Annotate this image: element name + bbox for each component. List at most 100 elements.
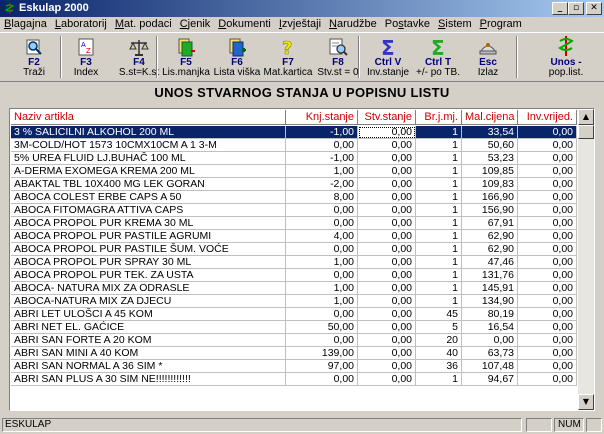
table-row[interactable]: ABRI SAN FORTE A 20 KOM 0,00 0,00 20 0,00 0,0…	[11, 334, 577, 347]
table-row[interactable]: ABRI SAN MINI A 40 KOM 139,00 0,00 40 63,73 0…	[11, 347, 577, 360]
actual-stock-cell[interactable]: 0,00	[358, 243, 416, 256]
toolbar-button-esc[interactable]: Esc Izlaz	[464, 35, 512, 79]
toolbar-button-f5[interactable]: F5 Lis.manjka	[162, 35, 210, 79]
table-cell: -2,00	[286, 178, 358, 191]
table-row[interactable]: ABRI NET EL. GAĆICE 50,00 0,00 5 16,54 0,00	[11, 321, 577, 334]
table-cell: ABRI NET EL. GAĆICE	[11, 321, 286, 334]
table-cell: 0,00	[518, 191, 577, 204]
toolbar-button-f7[interactable]: ? F7 Mat.kartica	[262, 35, 314, 79]
menu-0[interactable]: Blagajna	[0, 17, 51, 32]
actual-stock-cell[interactable]: 0,00	[358, 282, 416, 295]
actual-stock-cell[interactable]: 0,00	[358, 373, 416, 386]
table-cell: 109,85	[462, 165, 518, 178]
table-cell: 0,00	[518, 139, 577, 152]
table-row[interactable]: 3M-COLD/HOT 1573 10CMX10CM A 1 3-M 0,00 0,…	[11, 139, 577, 152]
menu-1[interactable]: Laboratorij	[51, 17, 111, 32]
table-row[interactable]: ABRI LET ULOŠCI A 45 KOM 0,00 0,00 45 80,19 0…	[11, 308, 577, 321]
menu-7[interactable]: Postavke	[381, 17, 434, 32]
table-cell: 1,00	[286, 295, 358, 308]
actual-stock-cell[interactable]: 0,00	[358, 295, 416, 308]
table-cell: 0,00	[518, 178, 577, 191]
table-row[interactable]: ABOCA PROPOL PUR PASTILE AGRUMI 4,00 0,00 1…	[11, 230, 577, 243]
scroll-thumb[interactable]	[578, 125, 594, 139]
column-header[interactable]: Naziv artikla	[11, 110, 286, 125]
menu-9[interactable]: Program	[476, 17, 526, 32]
actual-stock-cell[interactable]: 0,00	[358, 204, 416, 217]
search-icon	[16, 35, 52, 57]
column-header[interactable]: Br.j.mj.	[416, 110, 462, 125]
table-row[interactable]: ABRI SAN PLUS A 30 SIM NE!!!!!!!!!!!! 0,0…	[11, 373, 577, 386]
menu-4[interactable]: Dokumenti	[214, 17, 275, 32]
table-row[interactable]: ABOCA PROPOL PUR KREMA 30 ML 0,00 0,00 1 67,…	[11, 217, 577, 230]
table-row[interactable]: ABAKTAL TBL 10X400 MG LEK GORAN -2,00 0,00…	[11, 178, 577, 191]
actual-stock-cell[interactable]: 0,00	[358, 217, 416, 230]
menu-3[interactable]: Cjenik	[176, 17, 215, 32]
toolbar-button-f3[interactable]: A Z F3 Index	[66, 35, 106, 79]
table-row[interactable]: ABOCA FITOMAGRA ATTIVA CAPS 0,00 0,00 1 156,…	[11, 204, 577, 217]
table-row[interactable]: ABOCA COLEST ERBE CAPS A 50 8,00 0,00 1 166,…	[11, 191, 577, 204]
table-cell: 45	[416, 308, 462, 321]
list-plus-icon	[212, 35, 262, 57]
vertical-scrollbar[interactable]: ▲ ▼	[578, 109, 594, 410]
toolbar-label: Lis.manjka	[162, 67, 210, 78]
menu-8[interactable]: Sistem	[434, 17, 476, 32]
restore-button[interactable]: ▫	[568, 2, 584, 15]
table-row[interactable]: ABOCA PROPOL PUR TEK. ZA USTA 0,00 0,00 1 13…	[11, 269, 577, 282]
actual-stock-cell[interactable]: 0,00	[358, 126, 416, 139]
actual-stock-cell[interactable]: 0,00	[358, 152, 416, 165]
scroll-down-button[interactable]: ▼	[578, 394, 594, 410]
table-cell: 0,00	[286, 204, 358, 217]
table-cell: 0,00	[518, 308, 577, 321]
menu-5[interactable]: Izvještaji	[275, 17, 325, 32]
table-row[interactable]: ABOCA- NATURA MIX ZA ODRASLE 1,00 0,00 1 145…	[11, 282, 577, 295]
table-cell: 145,91	[462, 282, 518, 295]
column-header[interactable]: Stv.stanje	[358, 110, 416, 125]
table-cell: 63,73	[462, 347, 518, 360]
table-cell: 0,00	[286, 373, 358, 386]
actual-stock-cell[interactable]: 0,00	[358, 165, 416, 178]
table-row[interactable]: ABOCA-NATURA MIX ZA DJECU 1,00 0,00 1 134,90…	[11, 295, 577, 308]
table-row[interactable]: ABRI SAN NORMAL A 36 SIM * 97,00 0,00 36 107…	[11, 360, 577, 373]
scroll-up-button[interactable]: ▲	[578, 109, 594, 125]
actual-stock-cell[interactable]: 0,00	[358, 191, 416, 204]
table-cell: 1	[416, 217, 462, 230]
status-panel-end	[586, 418, 602, 432]
minimize-button[interactable]: _	[552, 2, 568, 15]
table-row[interactable]: ABOCA PROPOL PUR SPRAY 30 ML 1,00 0,00 1 47,…	[11, 256, 577, 269]
inventory-grid: Naziv artikla Knj.stanje Stv.stanje Br.j.mj…	[9, 108, 595, 411]
column-header[interactable]: Inv.vrijed.	[518, 110, 577, 125]
actual-stock-cell[interactable]: 0,00	[358, 178, 416, 191]
toolbar-button-ctrl-t[interactable]: Σ Ctrl T +/- po TB.	[412, 35, 464, 79]
actual-stock-cell[interactable]: 0,00	[358, 256, 416, 269]
table-cell: 36	[416, 360, 462, 373]
close-button[interactable]: ✕	[586, 2, 602, 15]
actual-stock-cell[interactable]: 0,00	[358, 308, 416, 321]
toolbar-button-unos[interactable]: Unos - pop.list.	[541, 35, 591, 79]
toolbar-button-f8[interactable]: F8 Stv.st = 0	[313, 35, 363, 79]
table-cell: 1	[416, 152, 462, 165]
table-row[interactable]: 5% UREA FLUID LJ.BUHAČ 100 ML -1,00 0,00 1 5…	[11, 152, 577, 165]
actual-stock-cell[interactable]: 0,00	[358, 334, 416, 347]
toolbar-button-ctrl-v[interactable]: Σ Ctrl V Inv.stanje	[364, 35, 412, 79]
actual-stock-cell[interactable]: 0,00	[358, 321, 416, 334]
table-cell: ABOCA PROPOL PUR SPRAY 30 ML	[11, 256, 286, 269]
table-cell: 94,67	[462, 373, 518, 386]
table-cell: 0,00	[518, 334, 577, 347]
actual-stock-cell[interactable]: 0,00	[358, 347, 416, 360]
actual-stock-cell[interactable]: 0,00	[358, 139, 416, 152]
title-bar: Eskulap 2000 _ ▫ ✕	[0, 0, 604, 17]
table-row[interactable]: ABOCA PROPOL PUR PASTILE ŠUM. VOĆE 0,00 0,…	[11, 243, 577, 256]
actual-stock-cell[interactable]: 0,00	[358, 230, 416, 243]
actual-stock-cell[interactable]: 0,00	[358, 269, 416, 282]
exit-icon	[464, 35, 512, 57]
toolbar-button-f6[interactable]: F6 Lista viška	[212, 35, 262, 79]
column-header[interactable]: Knj.stanje	[286, 110, 358, 125]
toolbar-button-f2[interactable]: F2 Traži	[16, 35, 52, 79]
table-row[interactable]: 3 % SALICILNI ALKOHOL 200 ML -1,00 0,00 1 33…	[11, 126, 577, 139]
menu-6[interactable]: Narudžbe	[325, 17, 381, 32]
menu-2[interactable]: Mat. podaci	[111, 17, 176, 32]
actual-stock-cell[interactable]: 0,00	[358, 360, 416, 373]
column-header[interactable]: Mal.cijena	[462, 110, 518, 125]
table-cell: 67,91	[462, 217, 518, 230]
table-row[interactable]: A-DERMA EXOMEGA KREMA 200 ML 1,00 0,00 1 109…	[11, 165, 577, 178]
